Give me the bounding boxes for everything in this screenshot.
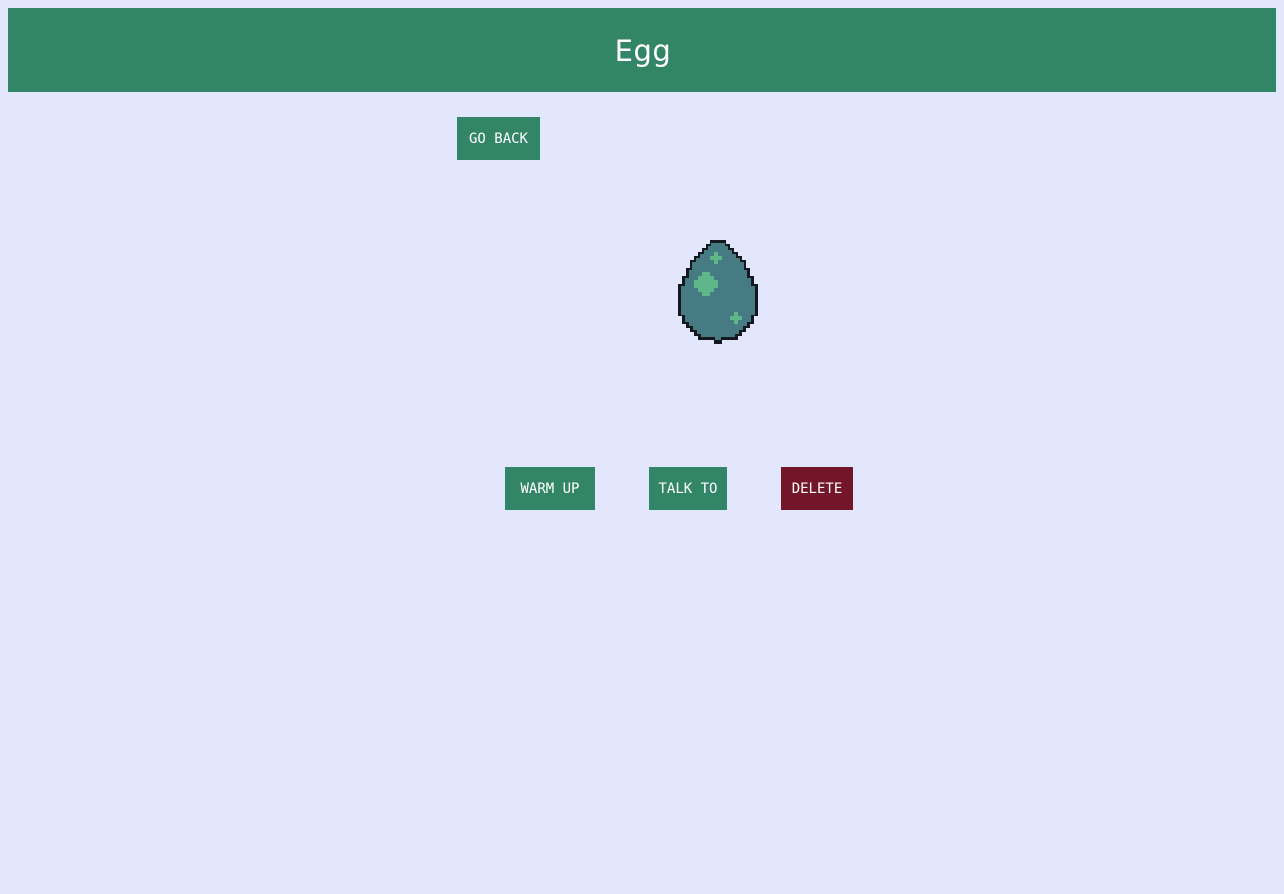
talk-to-button[interactable]: TALK TO — [649, 467, 727, 510]
delete-button[interactable]: DELETE — [781, 467, 853, 510]
egg-icon — [678, 240, 758, 344]
warm-up-button[interactable]: WARM UP — [505, 467, 595, 510]
page-title: Egg — [614, 34, 672, 68]
go-back-button[interactable]: GO BACK — [457, 117, 540, 160]
page-header: Egg — [8, 8, 1276, 92]
